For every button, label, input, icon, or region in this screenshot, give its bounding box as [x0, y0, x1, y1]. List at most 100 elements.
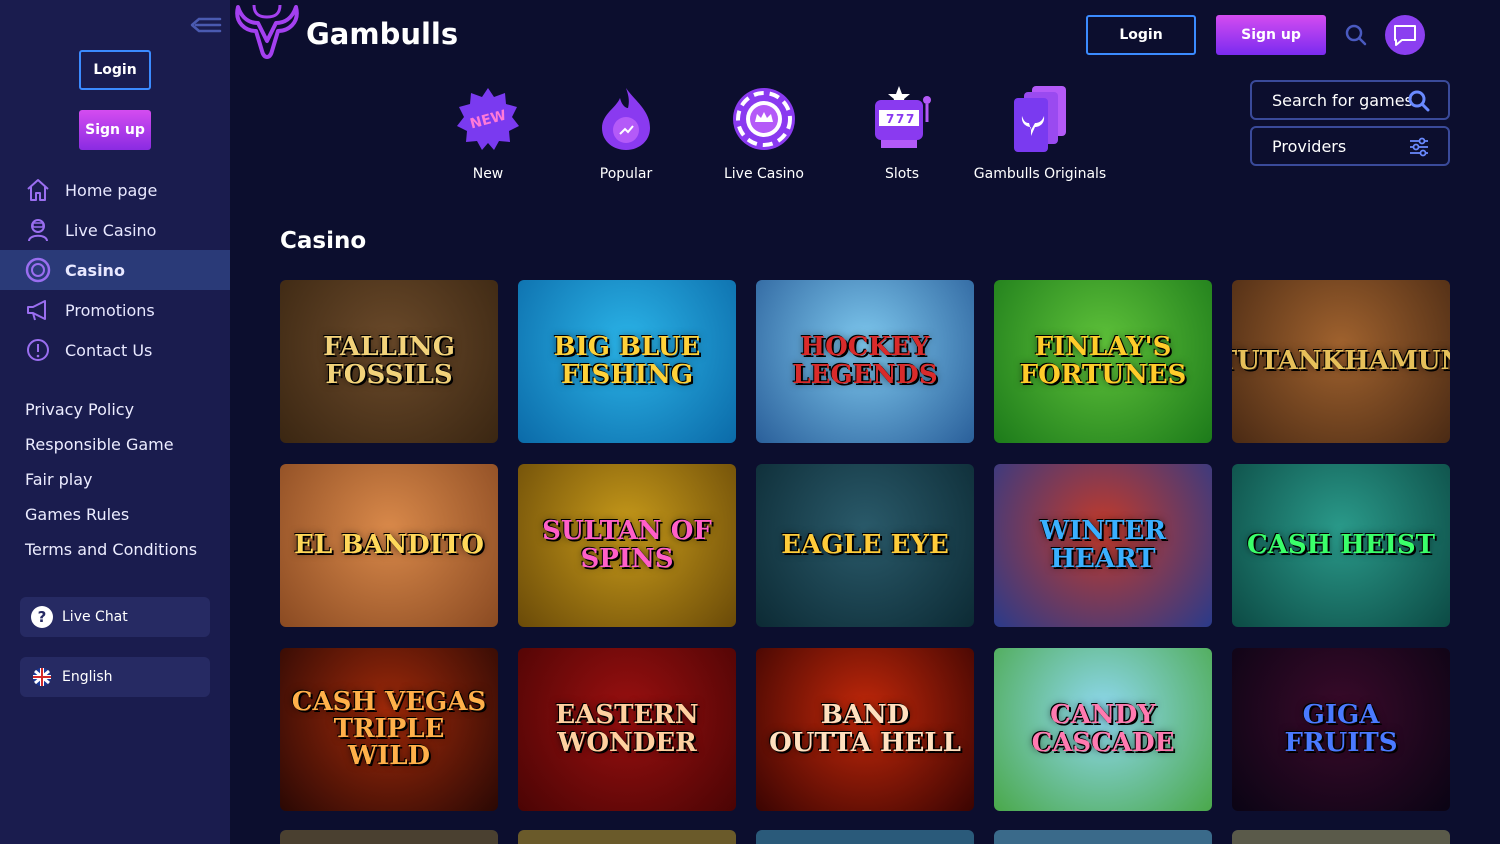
originals-cards-icon	[1005, 84, 1075, 154]
section-title: Casino	[280, 228, 367, 254]
slot-machine-icon: 7 7 7	[867, 84, 937, 154]
megaphone-icon	[25, 297, 51, 323]
providers-filter-button[interactable]: Providers	[1250, 126, 1450, 166]
game-tile-partial[interactable]	[1232, 830, 1450, 844]
game-title: Candy Cascade	[1031, 700, 1175, 758]
game-title: Tutankhamun	[1232, 345, 1450, 376]
sidebar-signup-button[interactable]: Sign up	[79, 110, 151, 150]
game-tile[interactable]: Sultan of Spins	[518, 464, 736, 627]
game-title: El Bandito	[294, 529, 484, 560]
sidebar-item-casino[interactable]: Casino	[0, 250, 230, 290]
brand-name: Gambulls	[306, 17, 459, 51]
terms-link[interactable]: Terms and Conditions	[25, 532, 197, 567]
game-tile[interactable]: Cash Vegas Triple Wild	[280, 648, 498, 811]
category-new[interactable]: NEW New	[419, 84, 557, 182]
footer-links: Privacy Policy Responsible Game Fair pla…	[25, 392, 197, 567]
new-badge-icon: NEW	[453, 84, 523, 154]
sidebar-item-home[interactable]: Home page	[0, 170, 230, 210]
category-live-casino[interactable]: Live Casino	[695, 84, 833, 182]
game-title: Band outta Hell	[769, 700, 961, 758]
game-tile[interactable]: Hockey Legends	[756, 280, 974, 443]
category-label: New	[472, 166, 504, 182]
sidebar-nav: Home page Live Casino Casino Promotions …	[0, 170, 230, 370]
game-title: Sultan of Spins	[542, 516, 712, 574]
category-bar: NEW New Popular Live Casino 7 7 7 Slots …	[419, 84, 1109, 182]
category-label: Popular	[599, 166, 653, 182]
game-title: Cash Heist	[1247, 529, 1435, 560]
svg-text:7: 7	[886, 112, 894, 126]
sidebar-login-button[interactable]: Login	[79, 50, 151, 90]
game-title: Eagle Eye	[781, 529, 949, 560]
language-selector[interactable]: English	[20, 657, 210, 697]
sidebar-item-label: Casino	[65, 260, 125, 280]
game-tile[interactable]: Falling Fossils	[280, 280, 498, 443]
category-label: Live Casino	[723, 166, 804, 182]
sidebar-item-contact[interactable]: Contact Us	[0, 330, 230, 370]
live-chat-label: Live Chat	[62, 609, 128, 625]
game-tile-partial[interactable]	[280, 830, 498, 844]
header-signup-button[interactable]: Sign up	[1216, 15, 1326, 55]
game-tile[interactable]: Cash Heist	[1232, 464, 1450, 627]
game-title: Falling Fossils	[323, 332, 455, 390]
filter-sliders-icon	[1410, 137, 1428, 157]
uk-flag-icon	[30, 665, 54, 689]
category-label: Gambulls Originals	[973, 166, 1107, 182]
game-tile-partial[interactable]	[994, 830, 1212, 844]
search-icon	[1345, 24, 1367, 46]
game-title: Cash Vegas Triple Wild	[291, 686, 487, 772]
game-tile[interactable]: Band outta Hell	[756, 648, 974, 811]
svg-text:7: 7	[906, 112, 914, 126]
game-tile[interactable]: Eastern Wonder	[518, 648, 736, 811]
game-tile-partial[interactable]	[518, 830, 736, 844]
game-tile[interactable]: Finlay's Fortunes	[994, 280, 1212, 443]
svg-text:?: ?	[38, 608, 47, 626]
game-search-input[interactable]: Search for games	[1250, 80, 1450, 120]
game-title: Hockey Legends	[792, 332, 938, 390]
flame-icon	[591, 84, 661, 154]
category-label: Slots	[884, 166, 920, 182]
game-tile[interactable]: Big Blue Fishing	[518, 280, 736, 443]
game-tile[interactable]: Tutankhamun	[1232, 280, 1450, 443]
category-originals[interactable]: Gambulls Originals	[971, 84, 1109, 182]
fair-play-link[interactable]: Fair play	[25, 462, 197, 497]
game-tile-partial[interactable]	[756, 830, 974, 844]
providers-label: Providers	[1272, 136, 1347, 156]
svg-text:7: 7	[896, 112, 904, 126]
category-slots[interactable]: 7 7 7 Slots	[833, 84, 971, 182]
sidebar-item-label: Home page	[65, 180, 158, 200]
sidebar-item-label: Promotions	[65, 300, 155, 320]
header-login-button[interactable]: Login	[1086, 15, 1196, 55]
collapse-arrow-icon	[190, 17, 222, 33]
question-icon: ?	[30, 605, 54, 629]
sidebar-item-live-casino[interactable]: Live Casino	[0, 210, 230, 250]
bull-logo-icon	[235, 4, 299, 59]
game-tile[interactable]: El Bandito	[280, 464, 498, 627]
roulette-icon	[729, 84, 799, 154]
game-title: Winter Heart	[1040, 516, 1166, 574]
chat-bubble-icon	[1394, 25, 1416, 46]
collapse-sidebar-button[interactable]	[190, 14, 222, 36]
responsible-game-link[interactable]: Responsible Game	[25, 427, 197, 462]
game-title: Finlay's Fortunes	[1019, 332, 1187, 390]
game-title: Giga Fruits	[1284, 700, 1398, 758]
sidebar-item-label: Live Casino	[65, 220, 157, 240]
language-label: English	[62, 669, 113, 685]
header-search-button[interactable]	[1344, 23, 1368, 47]
casino-chip-icon	[25, 257, 51, 283]
game-tile[interactable]: Winter Heart	[994, 464, 1212, 627]
category-popular[interactable]: Popular	[557, 84, 695, 182]
dealer-icon	[25, 217, 51, 243]
search-placeholder: Search for games	[1272, 90, 1413, 110]
header-chat-button[interactable]	[1385, 15, 1425, 55]
sidebar-item-label: Contact Us	[65, 340, 153, 360]
game-tile[interactable]: Giga Fruits	[1232, 648, 1450, 811]
game-title: Eastern Wonder	[555, 700, 699, 758]
privacy-policy-link[interactable]: Privacy Policy	[25, 392, 197, 427]
game-tile[interactable]: Eagle Eye	[756, 464, 974, 627]
live-chat-button[interactable]: ? Live Chat	[20, 597, 210, 637]
game-tile[interactable]: Candy Cascade	[994, 648, 1212, 811]
brand-logo[interactable]: Gambulls	[232, 0, 458, 68]
game-title: Big Blue Fishing	[553, 332, 701, 390]
sidebar-item-promotions[interactable]: Promotions	[0, 290, 230, 330]
games-rules-link[interactable]: Games Rules	[25, 497, 197, 532]
